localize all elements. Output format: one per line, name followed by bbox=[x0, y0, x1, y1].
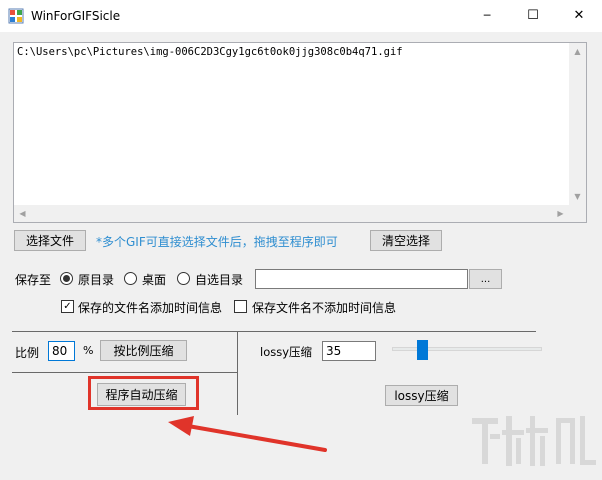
clear-selection-button[interactable]: 清空选择 bbox=[370, 230, 442, 251]
lossy-slider-track bbox=[392, 347, 542, 351]
highlight-box bbox=[88, 376, 199, 410]
scroll-left-icon[interactable]: ◀ bbox=[14, 205, 31, 222]
title-bar: WinForGIFSicle ─ ☐ ✕ bbox=[0, 0, 602, 32]
ratio-label: 比例 bbox=[15, 346, 40, 360]
radio-custom-dir[interactable] bbox=[177, 272, 190, 285]
annotation-arrow-icon bbox=[168, 416, 327, 452]
scroll-up-icon[interactable]: ▲ bbox=[569, 43, 586, 60]
ratio-input[interactable]: 80 bbox=[48, 341, 75, 361]
close-button[interactable]: ✕ bbox=[556, 0, 602, 30]
window-title: WinForGIFSicle bbox=[31, 9, 121, 23]
app-icon bbox=[8, 8, 24, 24]
drag-hint-text: *多个GIF可直接选择文件后，拖拽至程序即可 bbox=[96, 235, 338, 249]
add-time-checkbox[interactable]: ✓ bbox=[61, 300, 74, 313]
no-time-label[interactable]: 保存文件名不添加时间信息 bbox=[252, 299, 396, 316]
scroll-right-icon[interactable]: ▶ bbox=[552, 205, 569, 222]
browse-button[interactable]: ... bbox=[469, 269, 502, 289]
scrollbar-corner bbox=[569, 205, 586, 222]
save-to-label: 保存至 bbox=[15, 273, 52, 287]
radio-original-dir-label[interactable]: 原目录 bbox=[78, 271, 114, 288]
select-file-button[interactable]: 选择文件 bbox=[14, 230, 86, 251]
no-time-checkbox[interactable] bbox=[234, 300, 247, 313]
radio-desktop-label[interactable]: 桌面 bbox=[142, 271, 166, 288]
lossy-slider-thumb[interactable] bbox=[417, 340, 428, 360]
minimize-button[interactable]: ─ bbox=[464, 0, 510, 30]
file-list-item[interactable]: C:\Users\pc\Pictures\img-006C2D3Cgy1gc6t… bbox=[17, 46, 403, 58]
checkmark-icon: ✓ bbox=[63, 300, 72, 312]
file-list[interactable]: C:\Users\pc\Pictures\img-006C2D3Cgy1gc6t… bbox=[13, 42, 587, 223]
radio-original-dir[interactable] bbox=[60, 272, 73, 285]
divider-left-middle bbox=[12, 372, 237, 373]
maximize-button[interactable]: ☐ bbox=[510, 0, 556, 30]
lossy-compress-button[interactable]: lossy压缩 bbox=[385, 385, 458, 406]
watermark-logo bbox=[472, 416, 596, 466]
radio-desktop[interactable] bbox=[124, 272, 137, 285]
divider-top bbox=[12, 331, 536, 332]
close-icon: ✕ bbox=[573, 7, 585, 23]
radio-custom-dir-label[interactable]: 自选目录 bbox=[195, 271, 243, 288]
lossy-input[interactable]: 35 bbox=[322, 341, 376, 361]
ratio-compress-button[interactable]: 按比例压缩 bbox=[100, 340, 187, 361]
horizontal-scrollbar[interactable]: ◀ ▶ bbox=[14, 205, 569, 222]
ratio-unit: % bbox=[83, 344, 94, 357]
scroll-down-icon[interactable]: ▼ bbox=[569, 188, 586, 205]
vertical-scrollbar[interactable]: ▲ ▼ bbox=[569, 43, 586, 205]
maximize-icon: ☐ bbox=[527, 7, 539, 23]
lossy-slider[interactable] bbox=[392, 340, 542, 362]
save-path-input[interactable] bbox=[255, 269, 468, 289]
add-time-label[interactable]: 保存的文件名添加时间信息 bbox=[78, 299, 222, 316]
divider-vertical bbox=[237, 331, 238, 415]
lossy-label: lossy压缩 bbox=[260, 345, 313, 359]
minimize-icon: ─ bbox=[483, 8, 491, 22]
